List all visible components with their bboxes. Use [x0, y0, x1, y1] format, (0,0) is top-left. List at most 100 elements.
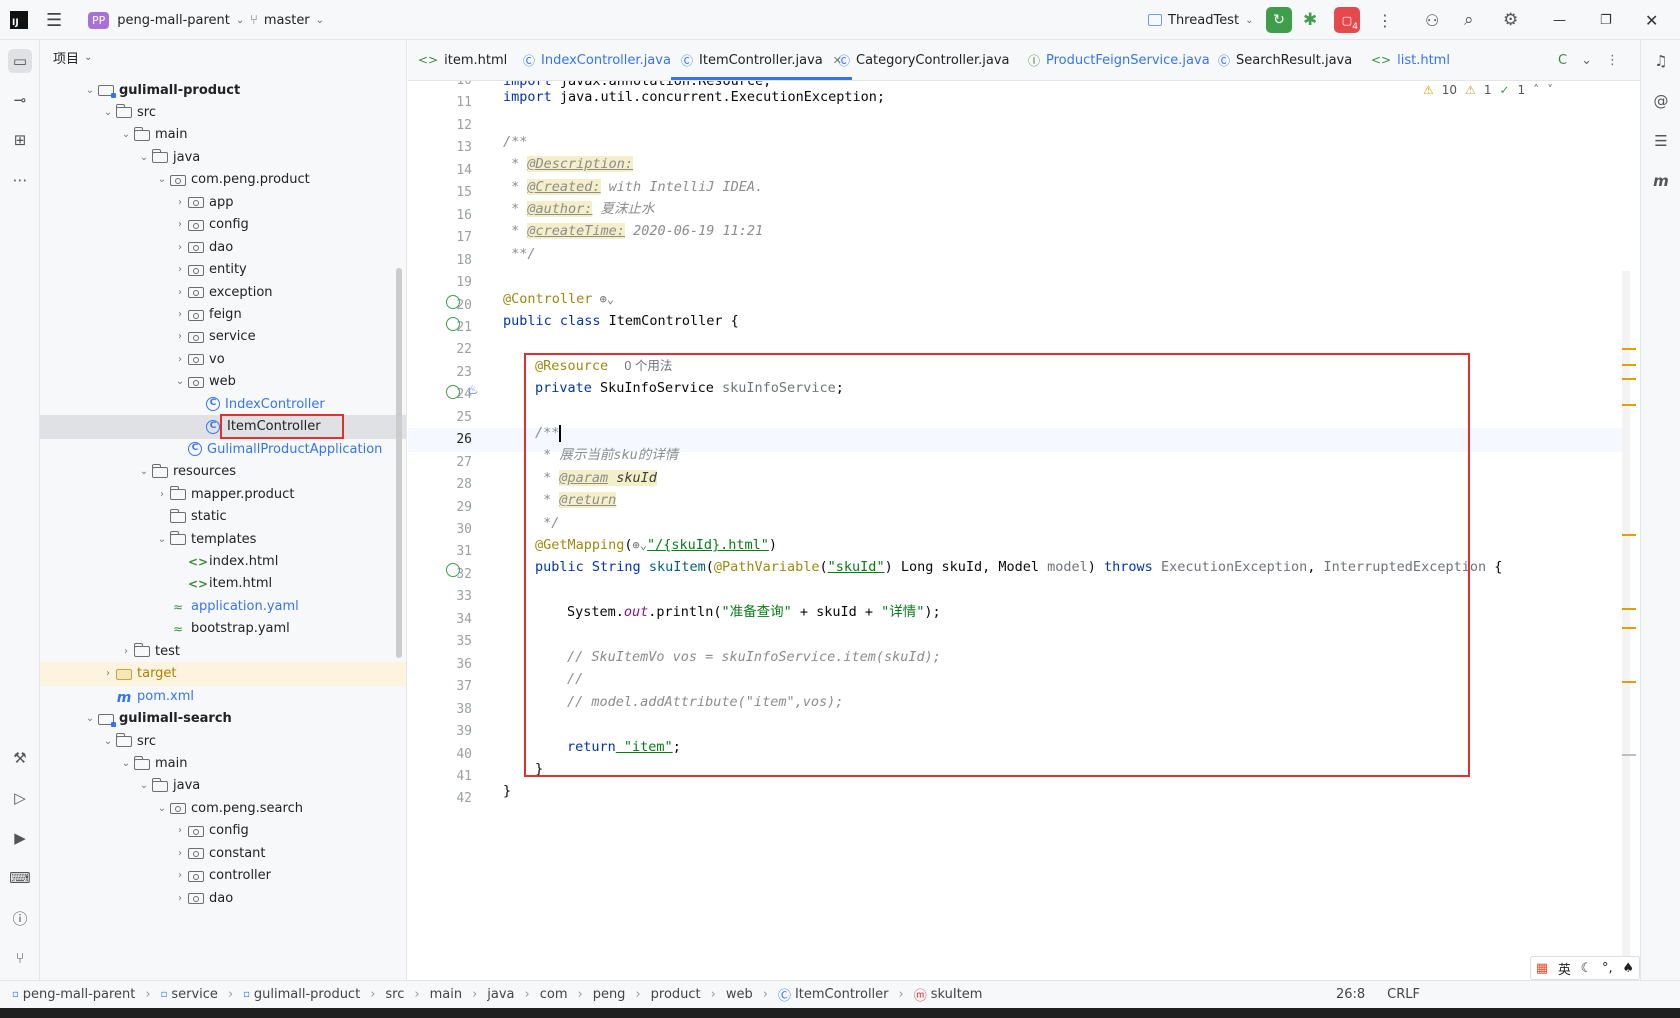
tab-overflow-controls[interactable]: C ⌄ ⋮ [1558, 40, 1619, 80]
chevron-right-icon[interactable]: › [100, 668, 116, 679]
cursor-position[interactable]: 26:8 [1336, 987, 1365, 1002]
chevron-down-icon[interactable]: ⌄ [1581, 53, 1592, 68]
tree-scrollbar[interactable] [396, 268, 402, 658]
project-panel-header[interactable]: 项目 ⌄ [53, 48, 92, 67]
stop-button[interactable]: ▢ 4 [1334, 0, 1360, 40]
tree-item-templates[interactable]: ⌄ templates [40, 527, 406, 551]
breadcrumb-item[interactable]: src › [385, 987, 419, 1002]
chevron-right-icon[interactable]: › [172, 309, 188, 320]
structure-tool-button[interactable]: ⊞ [8, 128, 32, 152]
breadcrumb-item[interactable]: ⓜ skuItem [914, 985, 983, 1004]
tree-item-test[interactable]: › test [40, 639, 406, 663]
tab-indexcontroller-java[interactable]: Ⓒ IndexController.java [523, 40, 671, 80]
tree-item-src[interactable]: ⌄ src [40, 729, 406, 753]
run-config-selector[interactable]: ThreadTest ⌄ [1148, 0, 1253, 40]
globe-icon[interactable]: ⊕⌄ [592, 292, 614, 306]
line-ending[interactable]: CRLF [1387, 987, 1420, 1002]
breadcrumb-item[interactable]: main › [430, 987, 478, 1002]
chevron-right-icon[interactable]: › [172, 354, 188, 365]
notifications-button[interactable]: ♫ [1649, 49, 1673, 73]
tree-item-config[interactable]: › config [40, 819, 406, 843]
chevron-right-icon[interactable]: › [172, 197, 188, 208]
code-editor[interactable]: ⚠10 ⚠1 ✓1 ˄ ˅ 10111213141516171819202122… [408, 81, 1640, 980]
tree-item-exception[interactable]: › exception [40, 280, 406, 304]
chevron-down-icon[interactable]: ⌄ [82, 85, 98, 96]
tree-item-app[interactable]: › app [40, 190, 406, 214]
app-logo-icon[interactable]: IJ [10, 0, 28, 40]
breadcrumb-item[interactable]: ▫ gulimall-product › [243, 987, 375, 1002]
breadcrumb-item[interactable]: Ⓒ ItemController › [778, 985, 904, 1004]
build-tool-button[interactable]: ⚒ [8, 746, 32, 770]
tab-item-html[interactable]: <> item.html [418, 40, 507, 80]
chevron-down-icon[interactable]: ˅ [1547, 83, 1553, 97]
chevron-right-icon[interactable]: › [154, 489, 170, 500]
chevron-down-icon[interactable]: ⌄ [136, 466, 152, 477]
tree-item-config[interactable]: › config [40, 213, 406, 237]
tab-searchresult-java[interactable]: Ⓒ SearchResult.java [1218, 40, 1352, 80]
services-tool-button[interactable]: ▷ [8, 786, 32, 810]
tree-item-item-html[interactable]: <> item.html [40, 572, 406, 596]
chevron-right-icon[interactable]: › [172, 242, 188, 253]
close-window-button[interactable]: ✕ [1645, 0, 1658, 40]
tab-list-html[interactable]: <> list.html [1371, 40, 1450, 80]
tree-item-vo[interactable]: › vo [40, 347, 406, 371]
project-switcher[interactable]: PP peng-mall-parent ⌄ [88, 0, 244, 40]
spring-bean-icon[interactable] [446, 317, 460, 331]
tab-itemcontroller-java[interactable]: Ⓒ ItemController.java ✕ [671, 40, 852, 80]
breadcrumb-item[interactable]: product › [651, 987, 716, 1002]
chevron-right-icon[interactable]: › [172, 331, 188, 342]
tree-item-feign[interactable]: › feign [40, 303, 406, 327]
tree-item-entity[interactable]: › entity [40, 258, 406, 282]
more-vertical-icon[interactable]: ⋮ [1606, 53, 1619, 68]
more-tools-button[interactable]: ⋯ [8, 168, 32, 192]
maven-button[interactable]: m [1649, 169, 1673, 193]
more-actions-button[interactable]: ⋮ [1377, 0, 1393, 40]
breadcrumb-item[interactable]: ▫ service › [161, 987, 234, 1002]
breadcrumb-item[interactable]: web › [726, 987, 768, 1002]
ai-assistant-button[interactable]: @ [1649, 89, 1673, 113]
chevron-right-icon[interactable]: › [118, 646, 134, 657]
chevron-right-icon[interactable]: › [172, 893, 188, 904]
tree-item-constant[interactable]: › constant [40, 841, 406, 865]
tab-productfeignservice-java[interactable]: Ⓘ ProductFeignService.java [1028, 40, 1210, 80]
tree-item-index-html[interactable]: <> index.html [40, 549, 406, 573]
chevron-down-icon[interactable]: ⌄ [136, 780, 152, 791]
chevron-down-icon[interactable]: ⌄ [118, 129, 134, 140]
chevron-right-icon[interactable]: › [172, 825, 188, 836]
tree-item-bootstrap-yaml[interactable]: ≈ bootstrap.yaml [40, 617, 406, 641]
ime-toolbar[interactable]: ▦ 英 ☾ °, ♠ [1530, 956, 1640, 980]
tree-item-service[interactable]: › service [40, 325, 406, 349]
chevron-down-icon[interactable]: ⌄ [154, 534, 170, 545]
project-tool-button[interactable]: ▭ [8, 49, 32, 73]
chevron-down-icon[interactable]: ⌄ [82, 713, 98, 724]
tree-item-com-peng-search[interactable]: ⌄ com.peng.search [40, 796, 406, 820]
terminal-tool-button[interactable]: ⌨ [8, 866, 32, 890]
tab-categorycontroller-java[interactable]: Ⓒ CategoryController.java [838, 40, 1010, 80]
chevron-down-icon[interactable]: ⌄ [136, 152, 152, 163]
tree-item-java[interactable]: ⌄ java [40, 774, 406, 798]
chevron-right-icon[interactable]: › [172, 848, 188, 859]
tree-item-main[interactable]: ⌄ main [40, 752, 406, 776]
tree-item-indexcontroller[interactable]: C IndexController [40, 392, 406, 416]
search-everywhere-button[interactable]: ⌕ [1464, 0, 1474, 40]
chevron-right-icon[interactable]: › [172, 264, 188, 275]
chevron-down-icon[interactable]: ⌄ [100, 107, 116, 118]
chevron-right-icon[interactable]: › [172, 870, 188, 881]
chevron-right-icon[interactable]: › [172, 287, 188, 298]
tree-item-main[interactable]: ⌄ main [40, 123, 406, 147]
code-with-me-button[interactable]: ⚇ [1425, 0, 1439, 40]
inspection-widget[interactable]: ⚠ 10 ⚠ 1 ✓ 1 ˄ ˅ [1423, 81, 1553, 99]
breadcrumb-item[interactable]: ▫ peng-mall-parent › [12, 987, 151, 1002]
tree-item-gulimallproductapplication[interactable]: C GulimallProductApplication [40, 437, 406, 461]
commit-tool-button[interactable]: ⊸ [8, 88, 32, 112]
tree-item-java[interactable]: ⌄ java [40, 145, 406, 169]
breadcrumb-item[interactable]: peng › [593, 987, 641, 1002]
settings-button[interactable]: ⚙ [1503, 0, 1518, 40]
debug-button[interactable]: ✱ [1303, 0, 1317, 40]
spring-bean-icon[interactable] [446, 385, 460, 399]
tree-item-web[interactable]: ⌄ web [40, 370, 406, 394]
minimize-button[interactable]: — [1553, 0, 1566, 40]
restore-button[interactable]: ❐ [1600, 0, 1612, 40]
tree-item-mapper-product[interactable]: › mapper.product [40, 482, 406, 506]
tree-item-application-yaml[interactable]: ≈ application.yaml [40, 594, 406, 618]
